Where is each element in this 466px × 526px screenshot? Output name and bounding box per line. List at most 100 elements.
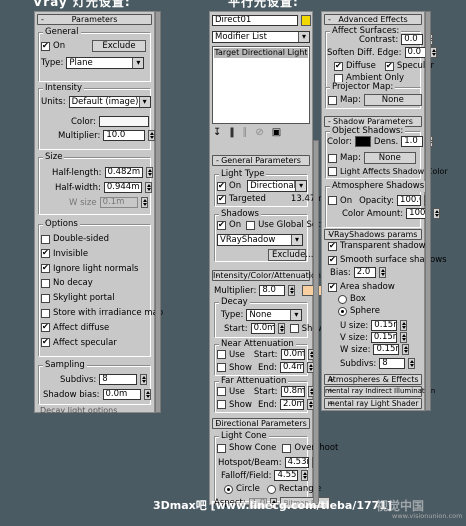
far-show-checkbox[interactable] (217, 400, 226, 409)
atmo-on-checkbox[interactable] (328, 196, 337, 205)
object-name-input[interactable]: Direct01 (212, 15, 298, 26)
half-length-spinner[interactable] (145, 167, 153, 178)
option-checkbox[interactable] (41, 234, 50, 244)
option-checkbox[interactable] (41, 248, 50, 259)
circle-radio[interactable] (224, 484, 233, 494)
option-checkbox[interactable] (41, 293, 50, 303)
use-global-settings-checkbox[interactable] (246, 220, 256, 230)
light-type-dropdown[interactable]: Directional (247, 180, 308, 192)
w-size-spinner[interactable] (140, 197, 148, 208)
v-size-input[interactable]: 0.15m (370, 332, 397, 343)
shadow-map-button[interactable]: None (363, 152, 416, 164)
dens-input[interactable]: 1.0 (401, 136, 424, 147)
shadow-type-dropdown[interactable]: VRayShadow (217, 234, 303, 246)
specular-checkbox[interactable] (384, 61, 394, 71)
light-affects-shadow-checkbox[interactable] (328, 167, 337, 176)
shadows-on-checkbox[interactable] (217, 220, 226, 230)
parameters-rollout-header[interactable]: - Parameters (37, 14, 152, 25)
on-checkbox[interactable] (41, 41, 50, 51)
area-shadow-checkbox[interactable] (328, 282, 337, 292)
near-end-input[interactable]: 0.4m (279, 362, 304, 373)
far-use-checkbox[interactable] (217, 387, 226, 396)
targeted-checkbox[interactable] (217, 194, 226, 204)
mid-panel-scrollbar[interactable] (313, 140, 319, 505)
w-size-shadow-spinner[interactable] (402, 344, 410, 355)
option-checkbox[interactable] (41, 263, 50, 274)
projector-map-checkbox[interactable] (328, 95, 337, 105)
general-parameters-rollout-header[interactable]: - General Parameters (212, 155, 310, 166)
light-multiplier-input[interactable]: 8.0 (259, 285, 286, 296)
modifier-stack[interactable]: Target Directional Light (212, 46, 310, 124)
option-checkbox[interactable] (41, 322, 50, 333)
near-use-checkbox[interactable] (217, 350, 226, 359)
soften-input[interactable]: 0.0 (404, 47, 427, 58)
show-cone-checkbox[interactable] (217, 443, 226, 453)
mental-ray-indirect-rollout-header[interactable]: + mental ray Indirect Illumination (324, 386, 435, 397)
modifier-list-dropdown[interactable]: Modifier List (212, 31, 310, 43)
box-radio[interactable] (338, 294, 347, 304)
opacity-input[interactable]: 100.0 (397, 195, 422, 206)
directional-parameters-rollout-header[interactable]: - Directional Parameters (212, 418, 310, 429)
vrayshadows-rollout-header[interactable]: - VRayShadows params (324, 229, 422, 240)
remove-modifier-icon[interactable]: ⊘ (255, 127, 263, 138)
object-color-swatch[interactable] (301, 15, 311, 26)
decay-start-spinner[interactable] (277, 323, 285, 334)
falloff-spinner[interactable] (301, 470, 309, 481)
bias-spinner[interactable] (378, 267, 386, 278)
light-exclude-button[interactable]: Exclude... (268, 249, 313, 261)
u-size-input[interactable]: 0.15m (371, 320, 398, 331)
make-unique-icon[interactable]: ∥ (242, 127, 247, 138)
decay-start-input[interactable]: 0.0m (250, 323, 275, 334)
subdivs-input[interactable]: 8 (99, 374, 138, 385)
option-checkbox[interactable] (41, 337, 50, 348)
near-start-input[interactable]: 0.0m (280, 349, 305, 360)
stack-item[interactable]: Target Directional Light (214, 48, 308, 58)
half-width-input[interactable]: 0.944m (103, 182, 142, 193)
contrast-input[interactable]: 0.0 (401, 34, 424, 45)
shadow-bias-input[interactable]: 0.0m (102, 389, 141, 400)
right-panel-scrollbar[interactable] (425, 11, 431, 411)
half-length-input[interactable]: 0.482m (104, 167, 143, 178)
near-show-checkbox[interactable] (217, 363, 226, 372)
sphere-radio[interactable] (338, 306, 347, 316)
w-size-shadow-input[interactable]: 0.15m (373, 344, 400, 355)
shadow-subdivs-input[interactable]: 8 (379, 358, 406, 369)
shadow-color-swatch[interactable] (354, 136, 371, 147)
advanced-effects-rollout-header[interactable]: - Advanced Effects (324, 14, 422, 25)
half-width-spinner[interactable] (144, 182, 152, 193)
units-dropdown[interactable]: Default (image) (68, 96, 151, 108)
subdivs-spinner[interactable] (140, 374, 148, 385)
pin-stack-icon[interactable]: ↧ (213, 127, 221, 138)
intensity-color-attenuation-rollout-header[interactable]: - Intensity/Color/Attenuation (212, 270, 321, 281)
atmospheres-effects-rollout-header[interactable]: + Atmospheres & Effects (324, 374, 422, 385)
falloff-input[interactable]: 4.55m (274, 470, 299, 481)
overshoot-checkbox[interactable] (282, 443, 292, 453)
projector-map-button[interactable]: None (363, 94, 422, 106)
bias-input[interactable]: 2.0 (353, 267, 376, 278)
configure-modifier-sets-icon[interactable]: ▣ (272, 127, 281, 138)
shadow-subdivs-spinner[interactable] (408, 358, 416, 369)
u-size-spinner[interactable] (400, 320, 408, 331)
vray-panel-scrollbar[interactable] (155, 11, 161, 413)
color-amount-spinner[interactable] (433, 208, 441, 219)
exclude-button[interactable]: Exclude (92, 40, 146, 52)
transparent-shadows-checkbox[interactable] (328, 241, 337, 251)
decay-type-dropdown[interactable]: None (246, 309, 303, 321)
option-checkbox[interactable] (41, 308, 50, 318)
v-size-spinner[interactable] (399, 332, 407, 343)
far-start-input[interactable]: 0.8m (280, 386, 305, 397)
diffuse-checkbox[interactable] (334, 61, 343, 71)
light-color-swatch[interactable] (98, 116, 149, 127)
light-multiplier-spinner[interactable] (288, 285, 296, 296)
type-dropdown[interactable]: Plane (66, 57, 145, 69)
show-end-result-icon[interactable]: ‖ (229, 127, 234, 138)
shadow-map-checkbox[interactable] (328, 153, 337, 163)
mental-ray-light-shader-rollout-header[interactable]: + mental ray Light Shader (324, 398, 422, 409)
rectangle-radio[interactable] (266, 484, 276, 494)
far-end-input[interactable]: 2.0m (279, 399, 304, 410)
multiplier-input[interactable]: 10.0 (103, 130, 146, 141)
option-checkbox[interactable] (41, 278, 50, 288)
smooth-surface-checkbox[interactable] (328, 255, 337, 265)
hotspot-input[interactable]: 4.53m (284, 457, 309, 468)
decay-show-checkbox[interactable] (289, 324, 299, 333)
